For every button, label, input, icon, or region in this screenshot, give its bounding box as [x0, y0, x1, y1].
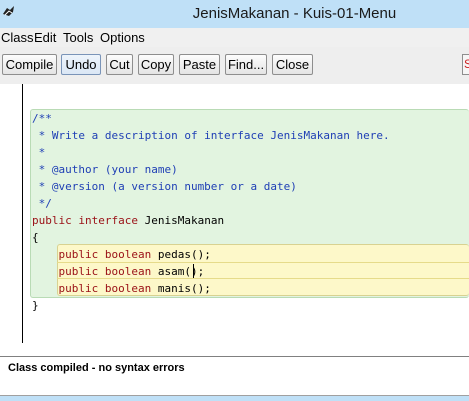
- code-line-9: public boolean pedas();: [58, 248, 211, 261]
- code-line-3: *: [32, 146, 46, 159]
- code-line-7: public interface JenisMakanan: [32, 214, 225, 227]
- title-bar: JenisMakanan - Kuis-01-Menu: [0, 0, 469, 28]
- status-message: Class compiled - no syntax errors: [8, 362, 185, 374]
- menu-options[interactable]: Options: [100, 30, 145, 45]
- paste-button[interactable]: Paste: [179, 54, 220, 75]
- window-title: JenisMakanan - Kuis-01-Menu: [192, 5, 397, 22]
- code-line-5: * @version (a version number or a date): [32, 180, 297, 193]
- code-line-1: /**: [32, 112, 52, 125]
- code-line-4: * @author (your name): [32, 163, 178, 176]
- menu-tools[interactable]: Tools: [63, 30, 93, 45]
- undo-button[interactable]: Undo: [61, 54, 101, 75]
- menu-class[interactable]: Class: [1, 30, 34, 45]
- code-editor[interactable]: /** * Write a description of interface J…: [0, 84, 469, 349]
- menu-edit[interactable]: Edit: [34, 30, 56, 45]
- find-button[interactable]: Find...: [225, 54, 267, 75]
- code-line-12: }: [32, 299, 39, 312]
- code-line-10: public boolean asam();: [58, 265, 205, 278]
- editor-gutter: [22, 84, 23, 343]
- copy-button[interactable]: Copy: [138, 54, 174, 75]
- code-line-11: public boolean manis();: [58, 282, 211, 295]
- code-line-8: {: [32, 231, 39, 244]
- code-line-2: * Write a description of interface Jenis…: [32, 129, 390, 142]
- toolbar: Compile Undo Cut Copy Paste Find... Clos…: [0, 47, 469, 84]
- window-bottom-border: [0, 396, 469, 401]
- status-bar: Class compiled - no syntax errors: [0, 356, 469, 396]
- text-cursor: [193, 264, 194, 278]
- source-toggle-label: S: [464, 57, 469, 71]
- close-button[interactable]: Close: [272, 54, 313, 75]
- source-toggle-button[interactable]: S: [462, 54, 469, 75]
- code-line-6: */: [32, 197, 52, 210]
- menu-bar: Class Edit Tools Options: [0, 28, 469, 47]
- compile-button[interactable]: Compile: [2, 54, 57, 75]
- cut-button[interactable]: Cut: [106, 54, 133, 75]
